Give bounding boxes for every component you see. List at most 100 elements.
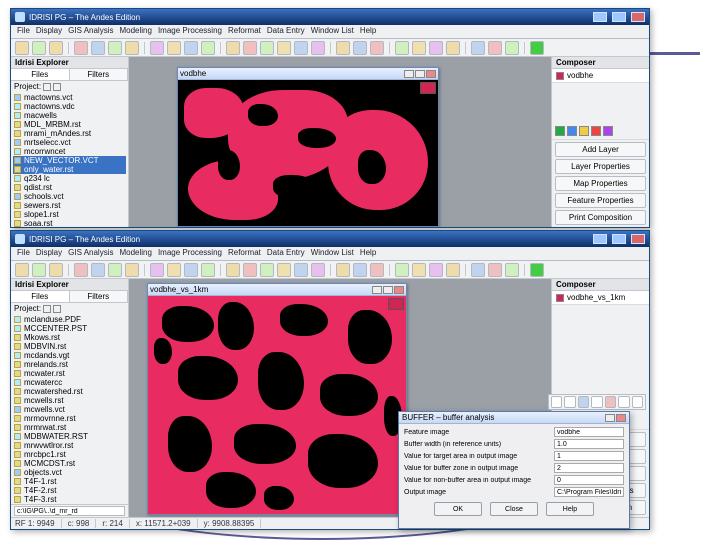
- list-item[interactable]: Mkows.rst: [13, 333, 126, 342]
- list-item[interactable]: MCCENTER.PST: [13, 324, 126, 333]
- toolbar-button[interactable]: [91, 41, 105, 55]
- field-input[interactable]: [554, 451, 624, 461]
- menubar[interactable]: FileDisplayGIS AnalysisModelingImage Pro…: [11, 25, 649, 39]
- menu-display[interactable]: Display: [36, 248, 62, 259]
- toolbar-button[interactable]: [353, 263, 367, 277]
- swatch-icon[interactable]: [591, 126, 601, 136]
- toolbar-button[interactable]: [277, 41, 291, 55]
- menu-reformat[interactable]: Reformat: [228, 26, 261, 37]
- list-item[interactable]: mcwells.rst: [13, 396, 126, 405]
- toolbar-button[interactable]: [226, 263, 240, 277]
- toolbar-button[interactable]: [32, 263, 46, 277]
- list-item[interactable]: mrcbpc1.rst: [13, 450, 126, 459]
- minimize-button[interactable]: [593, 12, 607, 22]
- toolbar-button[interactable]: [488, 41, 502, 55]
- titlebar[interactable]: IDRISI PG – The Andes Edition: [11, 231, 649, 247]
- toolbar[interactable]: [11, 261, 649, 279]
- field-input[interactable]: [554, 475, 624, 485]
- close-icon[interactable]: [394, 286, 404, 294]
- menu-help[interactable]: Help: [360, 26, 376, 37]
- toolbar-button[interactable]: [446, 41, 460, 55]
- fit-icon[interactable]: [591, 396, 602, 408]
- tab-files[interactable]: Files: [11, 69, 70, 80]
- toolbar-button[interactable]: [260, 263, 274, 277]
- toolbar-button[interactable]: [429, 41, 443, 55]
- menu-file[interactable]: File: [17, 248, 30, 259]
- toolbar-button[interactable]: [91, 263, 105, 277]
- menu-gis-analysis[interactable]: GIS Analysis: [68, 26, 113, 37]
- toolbar-button[interactable]: [446, 263, 460, 277]
- list-item[interactable]: MDL_MRBM.rst: [13, 120, 126, 129]
- swatch-icon[interactable]: [579, 126, 589, 136]
- list-item[interactable]: sewers.rst: [13, 201, 126, 210]
- list-item[interactable]: mrami_mAndes.rst: [13, 129, 126, 138]
- toolbar-button[interactable]: [226, 41, 240, 55]
- file-list[interactable]: mclanduse.PDFMCCENTER.PSTMkows.rstMDBVIN…: [11, 314, 128, 504]
- toolbar-button[interactable]: [201, 41, 215, 55]
- list-item[interactable]: MCMCDST.rst: [13, 459, 126, 468]
- menu-file[interactable]: File: [17, 26, 30, 37]
- toolbar-button[interactable]: [530, 41, 544, 55]
- toolbar-button[interactable]: [150, 41, 164, 55]
- toolbar-button[interactable]: [505, 263, 519, 277]
- toolbar[interactable]: [11, 39, 649, 57]
- list-item[interactable]: T4F-2.rst: [13, 486, 126, 495]
- toolbar-button[interactable]: [336, 263, 350, 277]
- map-window-2[interactable]: vodbhe_vs_1km: [147, 283, 407, 515]
- list-item[interactable]: T4F-1.rst: [13, 477, 126, 486]
- list-item[interactable]: mrelands.rst: [13, 360, 126, 369]
- field-input[interactable]: [554, 463, 624, 473]
- layer-visibility-checkbox[interactable]: [556, 294, 564, 302]
- toolbar-button[interactable]: [311, 41, 325, 55]
- tab-filters[interactable]: Filters: [70, 291, 129, 302]
- map-area[interactable]: [178, 80, 438, 226]
- close-icon[interactable]: [616, 414, 626, 422]
- menu-window-list[interactable]: Window List: [311, 248, 354, 259]
- toolbar-button[interactable]: [184, 41, 198, 55]
- toolbar-button[interactable]: [243, 41, 257, 55]
- menu-modeling[interactable]: Modeling: [119, 248, 151, 259]
- menu-display[interactable]: Display: [36, 26, 62, 37]
- zoom-out-icon[interactable]: [564, 396, 575, 408]
- zoom-in-icon[interactable]: [551, 396, 562, 408]
- field-input[interactable]: [554, 439, 624, 449]
- list-item[interactable]: mrwvwtlror.rst: [13, 441, 126, 450]
- toolbar-button[interactable]: [125, 41, 139, 55]
- swatch-icon[interactable]: [567, 126, 577, 136]
- list-item[interactable]: soaa.rst: [13, 219, 126, 227]
- toolbar-button[interactable]: [370, 41, 384, 55]
- list-item[interactable]: mrtselecc.vct: [13, 138, 126, 147]
- toolbar-button[interactable]: [429, 263, 443, 277]
- toolbar-button[interactable]: [201, 263, 215, 277]
- list-item[interactable]: mrmovrnne.rst: [13, 414, 126, 423]
- max-icon[interactable]: [415, 70, 425, 78]
- up-icon[interactable]: [53, 83, 61, 91]
- list-item[interactable]: objects.vct: [13, 468, 126, 477]
- toolbar-button[interactable]: [32, 41, 46, 55]
- toolbar-button[interactable]: [395, 41, 409, 55]
- tab-files[interactable]: Files: [11, 291, 70, 302]
- arrow-right-icon[interactable]: [632, 396, 643, 408]
- path-input[interactable]: [14, 506, 125, 516]
- toolbar-button[interactable]: [74, 41, 88, 55]
- up-icon[interactable]: [53, 305, 61, 313]
- map-area[interactable]: [148, 296, 406, 514]
- min-icon[interactable]: [404, 70, 414, 78]
- folder-icon[interactable]: [43, 305, 51, 313]
- composer-add-layer-button[interactable]: Add Layer: [555, 142, 646, 157]
- menu-reformat[interactable]: Reformat: [228, 248, 261, 259]
- swatch-icon[interactable]: [555, 126, 565, 136]
- help-button[interactable]: Help: [546, 502, 594, 516]
- toolbar-button[interactable]: [294, 41, 308, 55]
- layer-row[interactable]: vodbhe: [552, 69, 649, 83]
- layer-visibility-checkbox[interactable]: [556, 72, 564, 80]
- buffer-dialog[interactable]: BUFFER – buffer analysis Feature imageBu…: [398, 411, 630, 529]
- list-item[interactable]: mcwatershed.rst: [13, 387, 126, 396]
- list-item[interactable]: schools.vct: [13, 192, 126, 201]
- layer-row[interactable]: vodbhe_vs_1km: [552, 291, 649, 305]
- toolbar-button[interactable]: [471, 263, 485, 277]
- list-item[interactable]: macwells: [13, 111, 126, 120]
- list-item[interactable]: mclanduse.PDF: [13, 315, 126, 324]
- field-input[interactable]: [554, 427, 624, 437]
- menu-gis-analysis[interactable]: GIS Analysis: [68, 248, 113, 259]
